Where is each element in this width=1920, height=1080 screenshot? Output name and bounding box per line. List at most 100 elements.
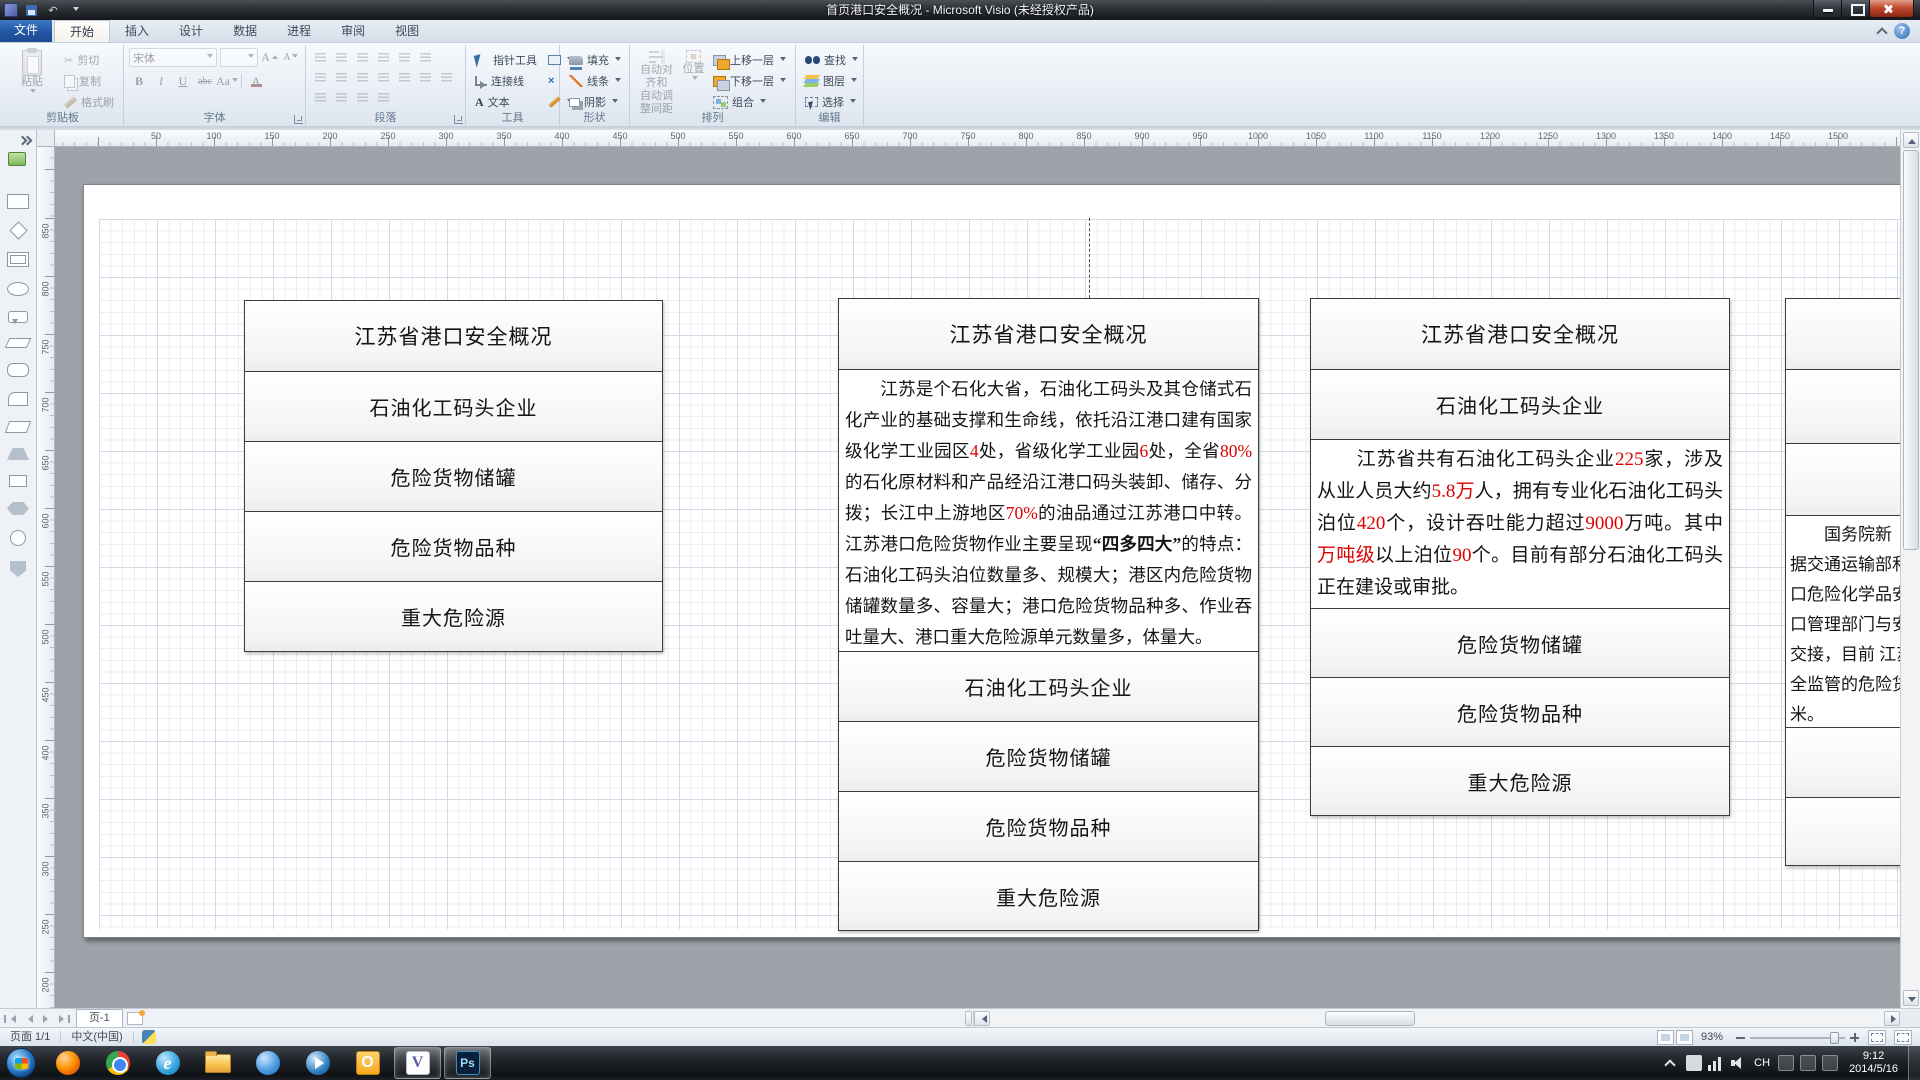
pointer-tool-button[interactable]: 指针工具 <box>471 50 541 70</box>
shape-ellipse[interactable] <box>7 282 29 296</box>
bring-forward-button[interactable]: 上移一层 <box>709 50 790 70</box>
diagram-menu-cell[interactable]: 石油化工码头企业 <box>1311 369 1729 439</box>
ribbon-tab-6[interactable]: 进程 <box>272 20 326 42</box>
align-top-button[interactable] <box>311 88 330 106</box>
shrink-font-button[interactable]: A <box>282 48 300 67</box>
language-indicator[interactable]: 中文(中国) <box>61 1028 132 1046</box>
taskbar-media-player-button[interactable] <box>294 1047 341 1079</box>
status-misc-icon[interactable] <box>142 1030 156 1044</box>
send-backward-button[interactable]: 下移一层 <box>709 71 790 91</box>
switch-windows-button[interactable] <box>1894 1030 1912 1045</box>
diagram-title-cell[interactable]: 江苏省港口安全概况 <box>245 301 662 371</box>
start-button[interactable] <box>6 1048 36 1078</box>
bold-button[interactable]: B <box>129 72 149 91</box>
shape-rounded-rectangle[interactable] <box>7 363 29 377</box>
taskbar-visio-button[interactable]: V <box>394 1047 441 1079</box>
distribute-button[interactable] <box>395 68 414 86</box>
vertical-scrollbar[interactable] <box>1900 130 1920 1008</box>
diagram-box-4[interactable]: 国务院新《据交通运输部和口危险化学品安口管理部门与安交接，目前 江苏全监管的危险… <box>1785 298 1900 866</box>
shape-hexagon[interactable] <box>7 502 29 515</box>
ribbon-tab-8[interactable]: 视图 <box>380 20 434 42</box>
diagram-menu-cell[interactable]: 危险货物品种 <box>1311 677 1729 746</box>
ribbon-tab-2[interactable]: 开始 <box>54 20 110 42</box>
diagram-menu-cell[interactable]: 重大危险源 <box>839 861 1258 930</box>
diagram-menu-cell[interactable]: 危险货物品种 <box>839 791 1258 861</box>
center-vertical-button[interactable] <box>332 88 351 106</box>
connector-tool-button[interactable]: 连接线 <box>471 71 541 91</box>
horizontal-scroll-track[interactable] <box>990 1011 1884 1026</box>
position-button[interactable]: 位置 <box>681 48 706 83</box>
ribbon-tab-3[interactable]: 插入 <box>110 20 164 42</box>
grow-font-button[interactable]: A <box>261 48 279 67</box>
align-center-button[interactable] <box>332 68 351 86</box>
taskbar-chrome-button[interactable] <box>94 1047 141 1079</box>
first-page-button[interactable] <box>2 1011 18 1026</box>
shape-callout[interactable] <box>8 311 28 323</box>
layers-button[interactable]: 图层 <box>801 71 862 91</box>
shape-card[interactable] <box>8 392 28 406</box>
diagram-box-1[interactable]: 江苏省港口安全概况石油化工码头企业危险货物储罐危险货物品种重大危险源 <box>244 300 663 652</box>
underline-button[interactable]: U <box>173 72 193 91</box>
shape-framed-rectangle[interactable] <box>7 252 29 267</box>
align-middle-button[interactable] <box>416 68 435 86</box>
indent-button[interactable] <box>374 48 393 66</box>
help-button[interactable]: ? <box>1894 23 1910 39</box>
font-size-select[interactable] <box>220 48 257 67</box>
scrollbar-splitter[interactable] <box>965 1011 972 1026</box>
diagram-text-cell[interactable]: 江苏是个石化大省，石油化工码头及其仓储式石化产业的基础支撑和生命线，依托沿江港口… <box>839 369 1258 651</box>
diagram-menu-cell[interactable]: 重大危险源 <box>1311 746 1729 815</box>
diagram-menu-cell[interactable] <box>1786 727 1900 797</box>
bullets-button[interactable] <box>311 48 330 66</box>
diagram-menu-cell[interactable]: 危险货物储罐 <box>839 721 1258 791</box>
close-button[interactable] <box>1869 0 1914 18</box>
italic-button[interactable]: I <box>151 72 171 91</box>
scroll-left-button[interactable] <box>974 1011 990 1026</box>
network-icon[interactable] <box>1708 1055 1724 1071</box>
paragraph-dialog-launcher[interactable] <box>454 115 463 124</box>
drawing-canvas[interactable]: 江苏省港口安全概况石油化工码头企业危险货物储罐危险货物品种重大危险源江苏省港口安… <box>55 147 1900 1008</box>
shape-parallelogram[interactable] <box>5 421 31 433</box>
diagram-menu-cell[interactable] <box>1786 299 1900 369</box>
taskbar-internet-explorer-button[interactable]: e <box>144 1047 191 1079</box>
align-left-button[interactable] <box>311 68 330 86</box>
ime-keyboard-icon[interactable] <box>1800 1055 1816 1071</box>
align-right-button[interactable] <box>353 68 372 86</box>
shape-rectangle[interactable] <box>7 194 29 209</box>
ribbon-tab-7[interactable]: 审阅 <box>326 20 380 42</box>
paste-button[interactable]: 粘贴 <box>7 48 57 96</box>
diagram-text-cell[interactable]: 国务院新《据交通运输部和口危险化学品安口管理部门与安交接，目前 江苏全监管的危险… <box>1786 515 1900 727</box>
volume-icon[interactable] <box>1730 1055 1746 1071</box>
ribbon-tab-1[interactable]: 文件 <box>0 19 52 42</box>
numbering-button[interactable] <box>332 48 351 66</box>
next-page-button[interactable] <box>38 1011 54 1026</box>
shadow-button[interactable]: 阴影 <box>565 92 625 112</box>
vertical-scroll-thumb[interactable] <box>1903 150 1919 550</box>
clock[interactable]: 9:12 2014/5/16 <box>1849 1050 1898 1076</box>
scroll-down-button[interactable] <box>1903 990 1919 1006</box>
align-justify-button[interactable] <box>374 68 393 86</box>
diagram-menu-cell[interactable]: 石油化工码头企业 <box>245 371 662 441</box>
diagram-menu-cell[interactable] <box>1786 443 1900 515</box>
diagram-menu-cell[interactable]: 危险货物储罐 <box>1311 608 1729 677</box>
format-painter-button[interactable]: 格式刷 <box>60 92 118 112</box>
ime-mode-icon[interactable] <box>1778 1055 1794 1071</box>
show-desktop-button[interactable] <box>1908 1046 1920 1080</box>
zoom-out-button[interactable] <box>1733 1030 1748 1045</box>
language-button[interactable]: CH <box>1749 1057 1775 1069</box>
text-direction-button[interactable] <box>395 48 414 66</box>
zoom-slider[interactable] <box>1750 1030 1845 1045</box>
line-button[interactable]: 线条 <box>565 71 625 91</box>
copy-button[interactable]: 复制 <box>60 71 118 91</box>
shape-shield[interactable] <box>10 561 26 577</box>
zoom-slider-thumb[interactable] <box>1830 1032 1839 1044</box>
fill-button[interactable]: 填充 <box>565 50 625 70</box>
diagram-menu-cell[interactable] <box>1786 369 1900 443</box>
diagram-menu-cell[interactable]: 重大危险源 <box>245 581 662 651</box>
stencil-icon[interactable] <box>8 152 26 166</box>
change-case-button[interactable]: Aa <box>217 72 237 91</box>
ribbon-tab-4[interactable]: 设计 <box>164 20 218 42</box>
font-name-select[interactable]: 宋体 <box>129 48 217 67</box>
auto-align-button[interactable]: 自动对齐和 自动调整间距 <box>635 48 678 116</box>
taskbar-browser-button[interactable] <box>244 1047 291 1079</box>
zoom-in-button[interactable] <box>1847 1030 1862 1045</box>
